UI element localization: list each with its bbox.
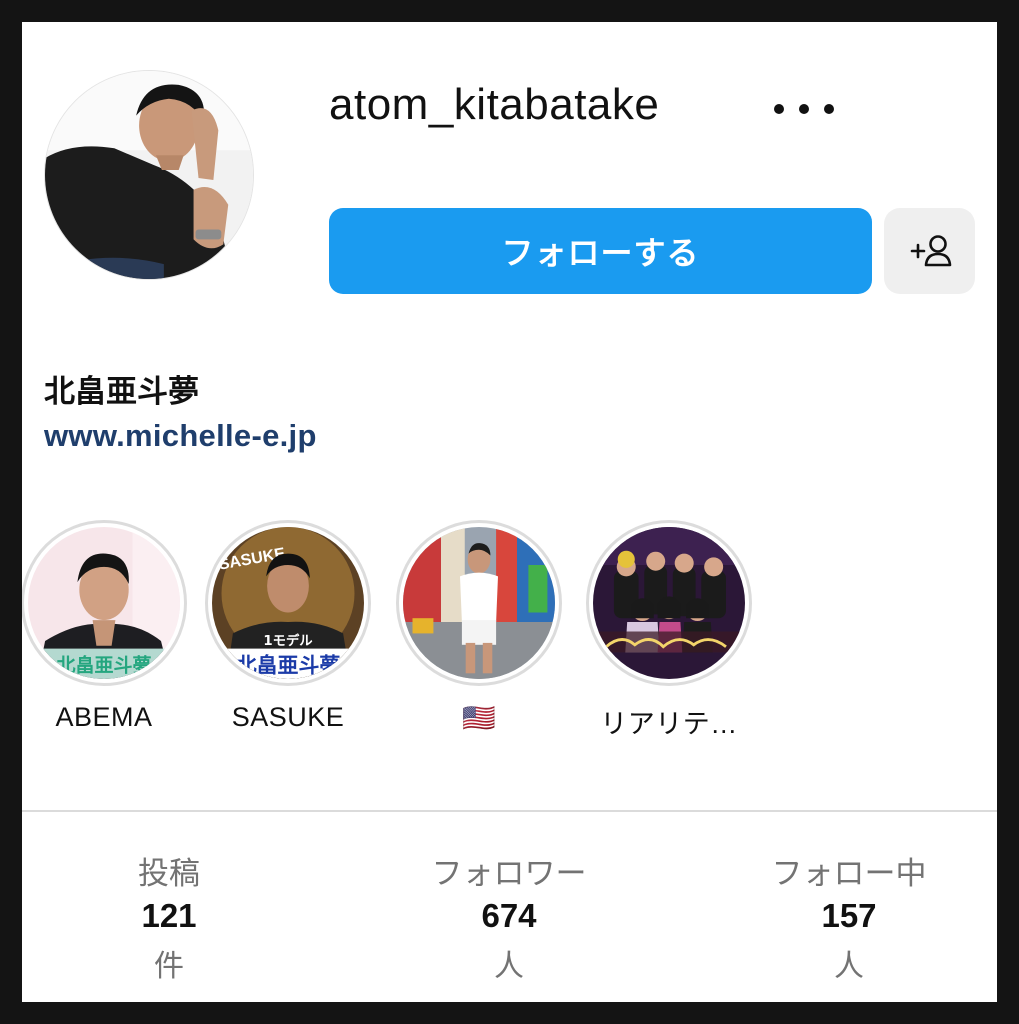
highlight-ring: SASUKE 1モデル 北畠亜斗夢 <box>205 520 371 686</box>
highlight-thumb-text: 北畠亜斗夢 <box>56 653 151 676</box>
highlight-abema[interactable]: 北畠亜斗夢 ABEMA <box>22 520 189 733</box>
stat-count: 157 <box>821 897 877 934</box>
highlight-ring <box>586 520 752 686</box>
stat-label: フォロー中 <box>771 856 927 892</box>
avatar[interactable] <box>44 70 254 280</box>
highlight-sasuke[interactable]: SASUKE 1モデル 北畠亜斗夢 SASUKE <box>203 520 373 733</box>
divider <box>22 810 997 812</box>
website-link[interactable]: www.michelle-e.jp <box>44 418 317 454</box>
stat-unit: 人 <box>834 949 864 984</box>
highlight-thumbnail <box>593 527 745 679</box>
highlight-label: ABEMA <box>55 702 153 732</box>
highlight-thumbnail: SASUKE 1モデル 北畠亜斗夢 <box>212 527 364 679</box>
highlight-thumb-text: 北畠亜斗夢 <box>236 653 341 677</box>
highlight-thumbnail: 北畠亜斗夢 <box>28 527 180 679</box>
highlight-label: リアリテ… <box>600 709 738 739</box>
profile-photo <box>45 71 253 279</box>
stat-followers[interactable]: フォロワー 674 人 <box>359 848 659 985</box>
highlight-label: 🇺🇸 <box>461 703 497 733</box>
highlight-thumb-sub: 1モデル <box>263 632 312 649</box>
stat-posts[interactable]: 投稿 121 件 <box>22 848 319 985</box>
stat-count: 674 <box>481 897 537 934</box>
more-horizontal-icon[interactable] <box>774 100 834 118</box>
suggested-accounts-button[interactable] <box>884 208 975 294</box>
profile-header: atom_kitabatake フォローする 北畠亜斗夢 www.michell… <box>22 22 997 1002</box>
follow-button[interactable]: フォローする <box>329 208 872 294</box>
username: atom_kitabatake <box>329 80 660 129</box>
stat-following[interactable]: フォロー中 157 人 <box>699 848 997 985</box>
add-person-icon <box>907 230 953 273</box>
stat-label: フォロワー <box>431 856 587 892</box>
highlight-ring: 北畠亜斗夢 <box>22 520 187 686</box>
stat-count: 121 <box>141 897 197 934</box>
highlight-label: SASUKE <box>231 702 345 732</box>
stat-unit: 人 <box>494 949 524 984</box>
highlight-thumbnail <box>403 527 555 679</box>
stat-unit: 件 <box>154 949 184 984</box>
stat-label: 投稿 <box>138 856 200 892</box>
highlight-reality[interactable]: リアリテ… <box>584 520 754 741</box>
highlight-usa[interactable]: 🇺🇸 <box>394 520 564 734</box>
full-name: 北畠亜斗夢 <box>44 374 199 410</box>
highlight-ring <box>396 520 562 686</box>
